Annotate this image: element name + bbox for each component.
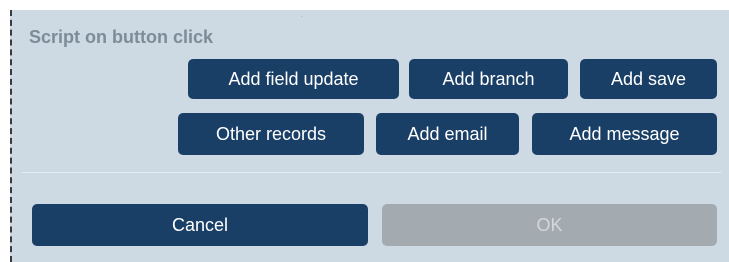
other-records-button[interactable]: Other records	[178, 113, 364, 155]
top-marker: ·	[300, 11, 304, 22]
ok-button[interactable]: OK	[382, 204, 717, 246]
section-title: Script on button click	[29, 27, 214, 47]
script-on-click-panel: · Script on button click Add field updat…	[10, 10, 729, 262]
add-branch-button[interactable]: Add branch	[409, 59, 568, 99]
add-save-button[interactable]: Add save	[580, 59, 717, 99]
add-email-button[interactable]: Add email	[376, 113, 519, 155]
cancel-button[interactable]: Cancel	[32, 204, 368, 246]
add-message-button[interactable]: Add message	[532, 113, 717, 155]
divider	[22, 172, 721, 173]
add-field-update-button[interactable]: Add field update	[188, 59, 399, 99]
